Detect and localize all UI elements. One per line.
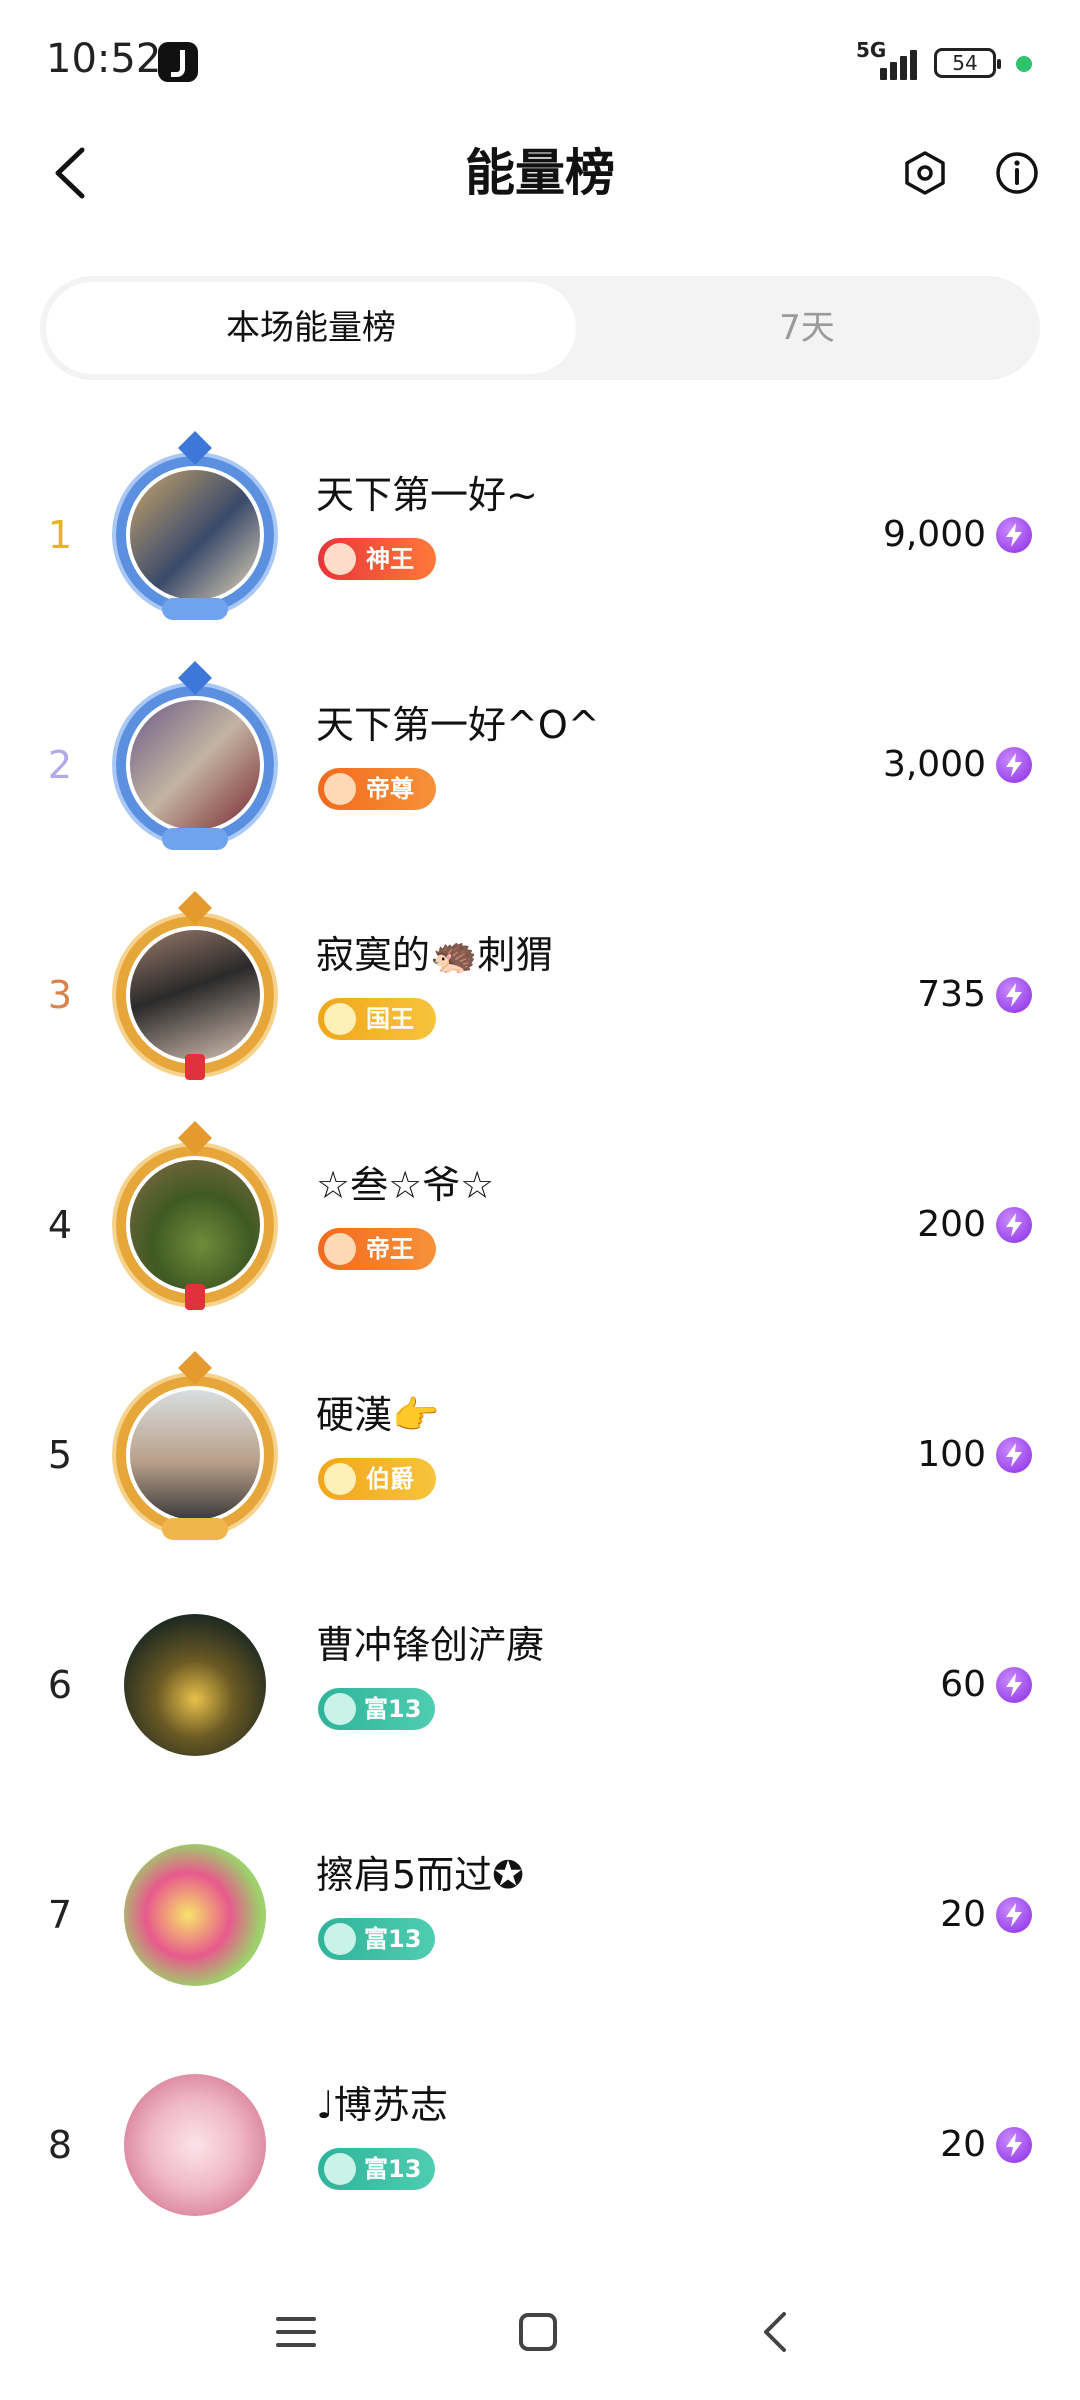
user-name: 硬漢👉 [316, 1393, 440, 1437]
home-button[interactable] [508, 2302, 568, 2362]
badge-triangle-icon [324, 1693, 356, 1725]
lightning-energy-icon [996, 1437, 1032, 1473]
battery-icon: 54 [934, 48, 1001, 78]
user-name: 擦肩5而过✪ [316, 1853, 525, 1897]
lightning-energy-icon [996, 517, 1032, 553]
level-badge: 帝王 [318, 1228, 436, 1270]
avatar[interactable] [110, 431, 280, 620]
energy-score: 20 [940, 2124, 986, 2165]
rank-number: 8 [47, 2123, 73, 2167]
energy-score: 3,000 [882, 744, 986, 785]
tiktok-notification-icon [158, 42, 198, 82]
energy-score: 60 [940, 1664, 986, 1705]
energy-score: 9,000 [882, 514, 986, 555]
avatar[interactable] [110, 1351, 280, 1540]
lightning-energy-icon [996, 747, 1032, 783]
menu-icon [276, 2317, 316, 2347]
level-badge: 帝尊 [318, 768, 436, 810]
hexagon-settings-icon [905, 151, 945, 195]
badge-label: 伯爵 [366, 1465, 414, 1493]
battery-level: 54 [952, 51, 978, 75]
lightning-energy-icon [996, 1897, 1032, 1933]
avatar-frame [116, 686, 274, 844]
tab-7-days[interactable]: 7天 [580, 282, 1034, 374]
user-name: 天下第一好^O^ [316, 703, 600, 747]
list-item[interactable]: 5 硬漢👉 伯爵 100 [0, 1340, 1080, 1570]
list-item[interactable]: 8 ♩博苏志 富13 20 [0, 2030, 1080, 2260]
status-time: 10:52 [46, 36, 162, 82]
list-item[interactable]: 4 ☆叁☆爷☆ 帝王 200 [0, 1110, 1080, 1340]
badge-shield-icon [324, 1233, 356, 1265]
badge-label: 国王 [366, 1005, 414, 1033]
badge-triangle-icon [324, 2153, 356, 2185]
badge-shield-icon [324, 773, 356, 805]
level-badge: 国王 [318, 998, 436, 1040]
avatar[interactable] [110, 891, 280, 1080]
avatar[interactable] [110, 1121, 280, 1310]
user-name: ♩博苏志 [316, 2083, 448, 2127]
user-name: 寂寞的🦔刺猬 [316, 933, 554, 977]
avatar-frame [116, 456, 274, 614]
level-badge: 富13 [318, 1688, 436, 1730]
info-button[interactable] [994, 150, 1040, 196]
avatar-frame [116, 1376, 274, 1534]
list-item[interactable]: 1 天下第一好~ 神王 9,000 [0, 420, 1080, 650]
badge-label: 帝尊 [366, 775, 414, 803]
user-name: 曹冲锋创浐赓 [316, 1623, 545, 1667]
badge-triangle-icon [324, 1923, 356, 1955]
status-bar: 10:52 5G 54 [0, 0, 1080, 130]
signal-icon: 5G [856, 38, 922, 80]
level-badge: 伯爵 [318, 1458, 436, 1500]
user-name: 天下第一好~ [316, 473, 538, 517]
rank-number: 7 [47, 1893, 73, 1937]
badge-shield-icon [324, 543, 356, 575]
rank-number: 4 [47, 1203, 73, 1247]
home-icon [519, 2313, 557, 2351]
back-icon [764, 2312, 786, 2352]
avatar[interactable] [110, 1600, 280, 1770]
tab-bar: 本场能量榜 7天 [40, 276, 1040, 380]
energy-score: 100 [917, 1434, 986, 1475]
settings-button[interactable] [902, 150, 948, 196]
system-back-button[interactable] [746, 2302, 806, 2362]
list-item[interactable]: 2 天下第一好^O^ 帝尊 3,000 [0, 650, 1080, 880]
badge-label: 富13 [364, 2155, 422, 2183]
network-type: 5G [856, 38, 887, 62]
lightning-energy-icon [996, 977, 1032, 1013]
badge-label: 富13 [364, 1695, 422, 1723]
lightning-energy-icon [996, 1207, 1032, 1243]
rank-number: 5 [47, 1433, 73, 1477]
avatar[interactable] [110, 2060, 280, 2230]
rank-number: 3 [47, 973, 73, 1017]
level-badge: 富13 [318, 1918, 436, 1960]
list-item[interactable]: 6 曹冲锋创浐赓 富13 60 [0, 1570, 1080, 1800]
rank-number: 1 [47, 513, 73, 557]
menu-button[interactable] [266, 2302, 326, 2362]
energy-score: 200 [917, 1204, 986, 1245]
lightning-energy-icon [996, 1667, 1032, 1703]
rank-number: 2 [47, 743, 73, 787]
system-navigation-bar [0, 2280, 1080, 2400]
avatar-frame [116, 1146, 274, 1304]
privacy-indicator-dot [1016, 56, 1032, 72]
user-name: ☆叁☆爷☆ [316, 1163, 495, 1207]
avatar-frame [116, 916, 274, 1074]
badge-diamond-icon [324, 1003, 356, 1035]
badge-label: 富13 [364, 1925, 422, 1953]
list-item[interactable]: 3 寂寞的🦔刺猬 国王 735 [0, 880, 1080, 1110]
badge-diamond-icon [324, 1463, 356, 1495]
list-item[interactable]: 7 擦肩5而过✪ 富13 20 [0, 1800, 1080, 2030]
badge-label: 神王 [366, 545, 414, 573]
rank-number: 6 [47, 1663, 73, 1707]
avatar[interactable] [110, 1830, 280, 2000]
lightning-energy-icon [996, 2127, 1032, 2163]
energy-score: 735 [917, 974, 986, 1015]
avatar[interactable] [110, 661, 280, 850]
energy-score: 20 [940, 1894, 986, 1935]
badge-label: 帝王 [366, 1235, 414, 1263]
level-badge: 富13 [318, 2148, 436, 2190]
level-badge: 神王 [318, 538, 436, 580]
info-icon [996, 152, 1038, 194]
tab-current-session[interactable]: 本场能量榜 [46, 282, 576, 374]
